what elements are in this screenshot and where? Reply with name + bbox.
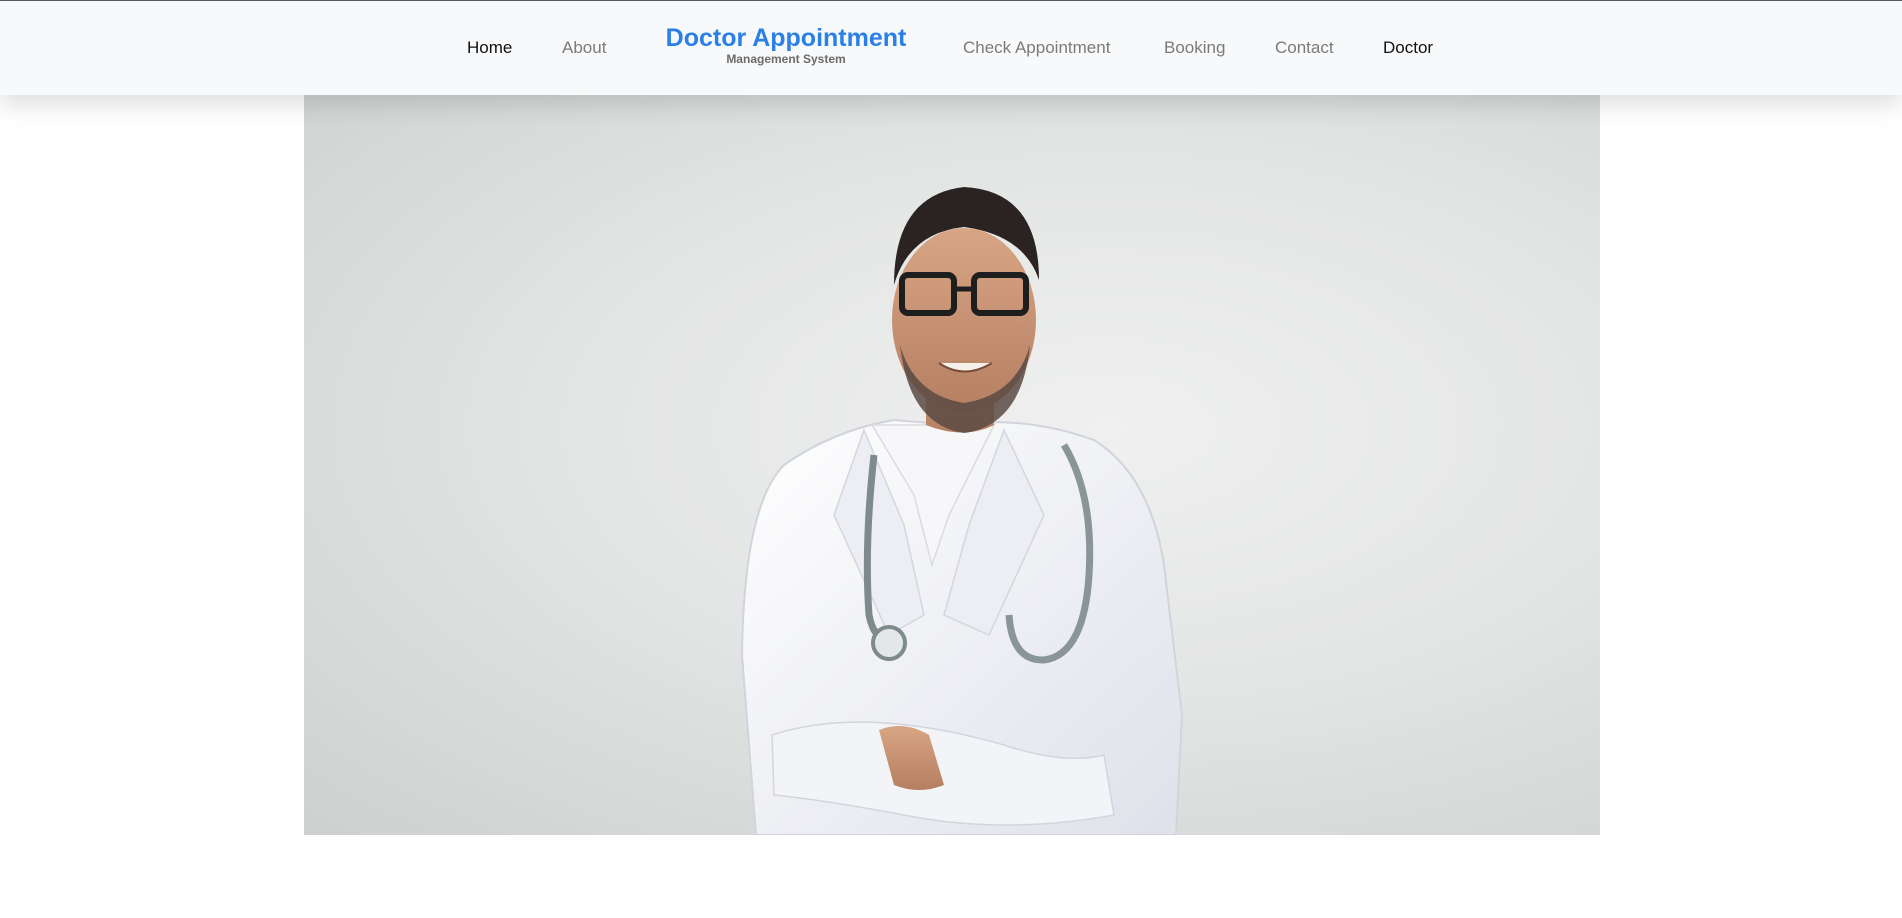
nav-link-home[interactable]: Home — [467, 38, 512, 58]
top-navbar: Home About Doctor Appointment Management… — [0, 0, 1902, 95]
nav-link-booking[interactable]: Booking — [1164, 38, 1225, 58]
nav-link-doctor[interactable]: Doctor — [1383, 38, 1433, 58]
brand-logo[interactable]: Doctor Appointment Management System — [662, 23, 910, 66]
nav-link-contact[interactable]: Contact — [1275, 38, 1334, 58]
brand-subtitle: Management System — [726, 52, 846, 66]
nav-link-check-appointment[interactable]: Check Appointment — [963, 38, 1110, 58]
nav-link-about[interactable]: About — [562, 38, 606, 58]
doctor-portrait-illustration — [740, 187, 1184, 835]
brand-title: Doctor Appointment — [665, 24, 907, 52]
hero-doctor-image — [304, 95, 1600, 835]
